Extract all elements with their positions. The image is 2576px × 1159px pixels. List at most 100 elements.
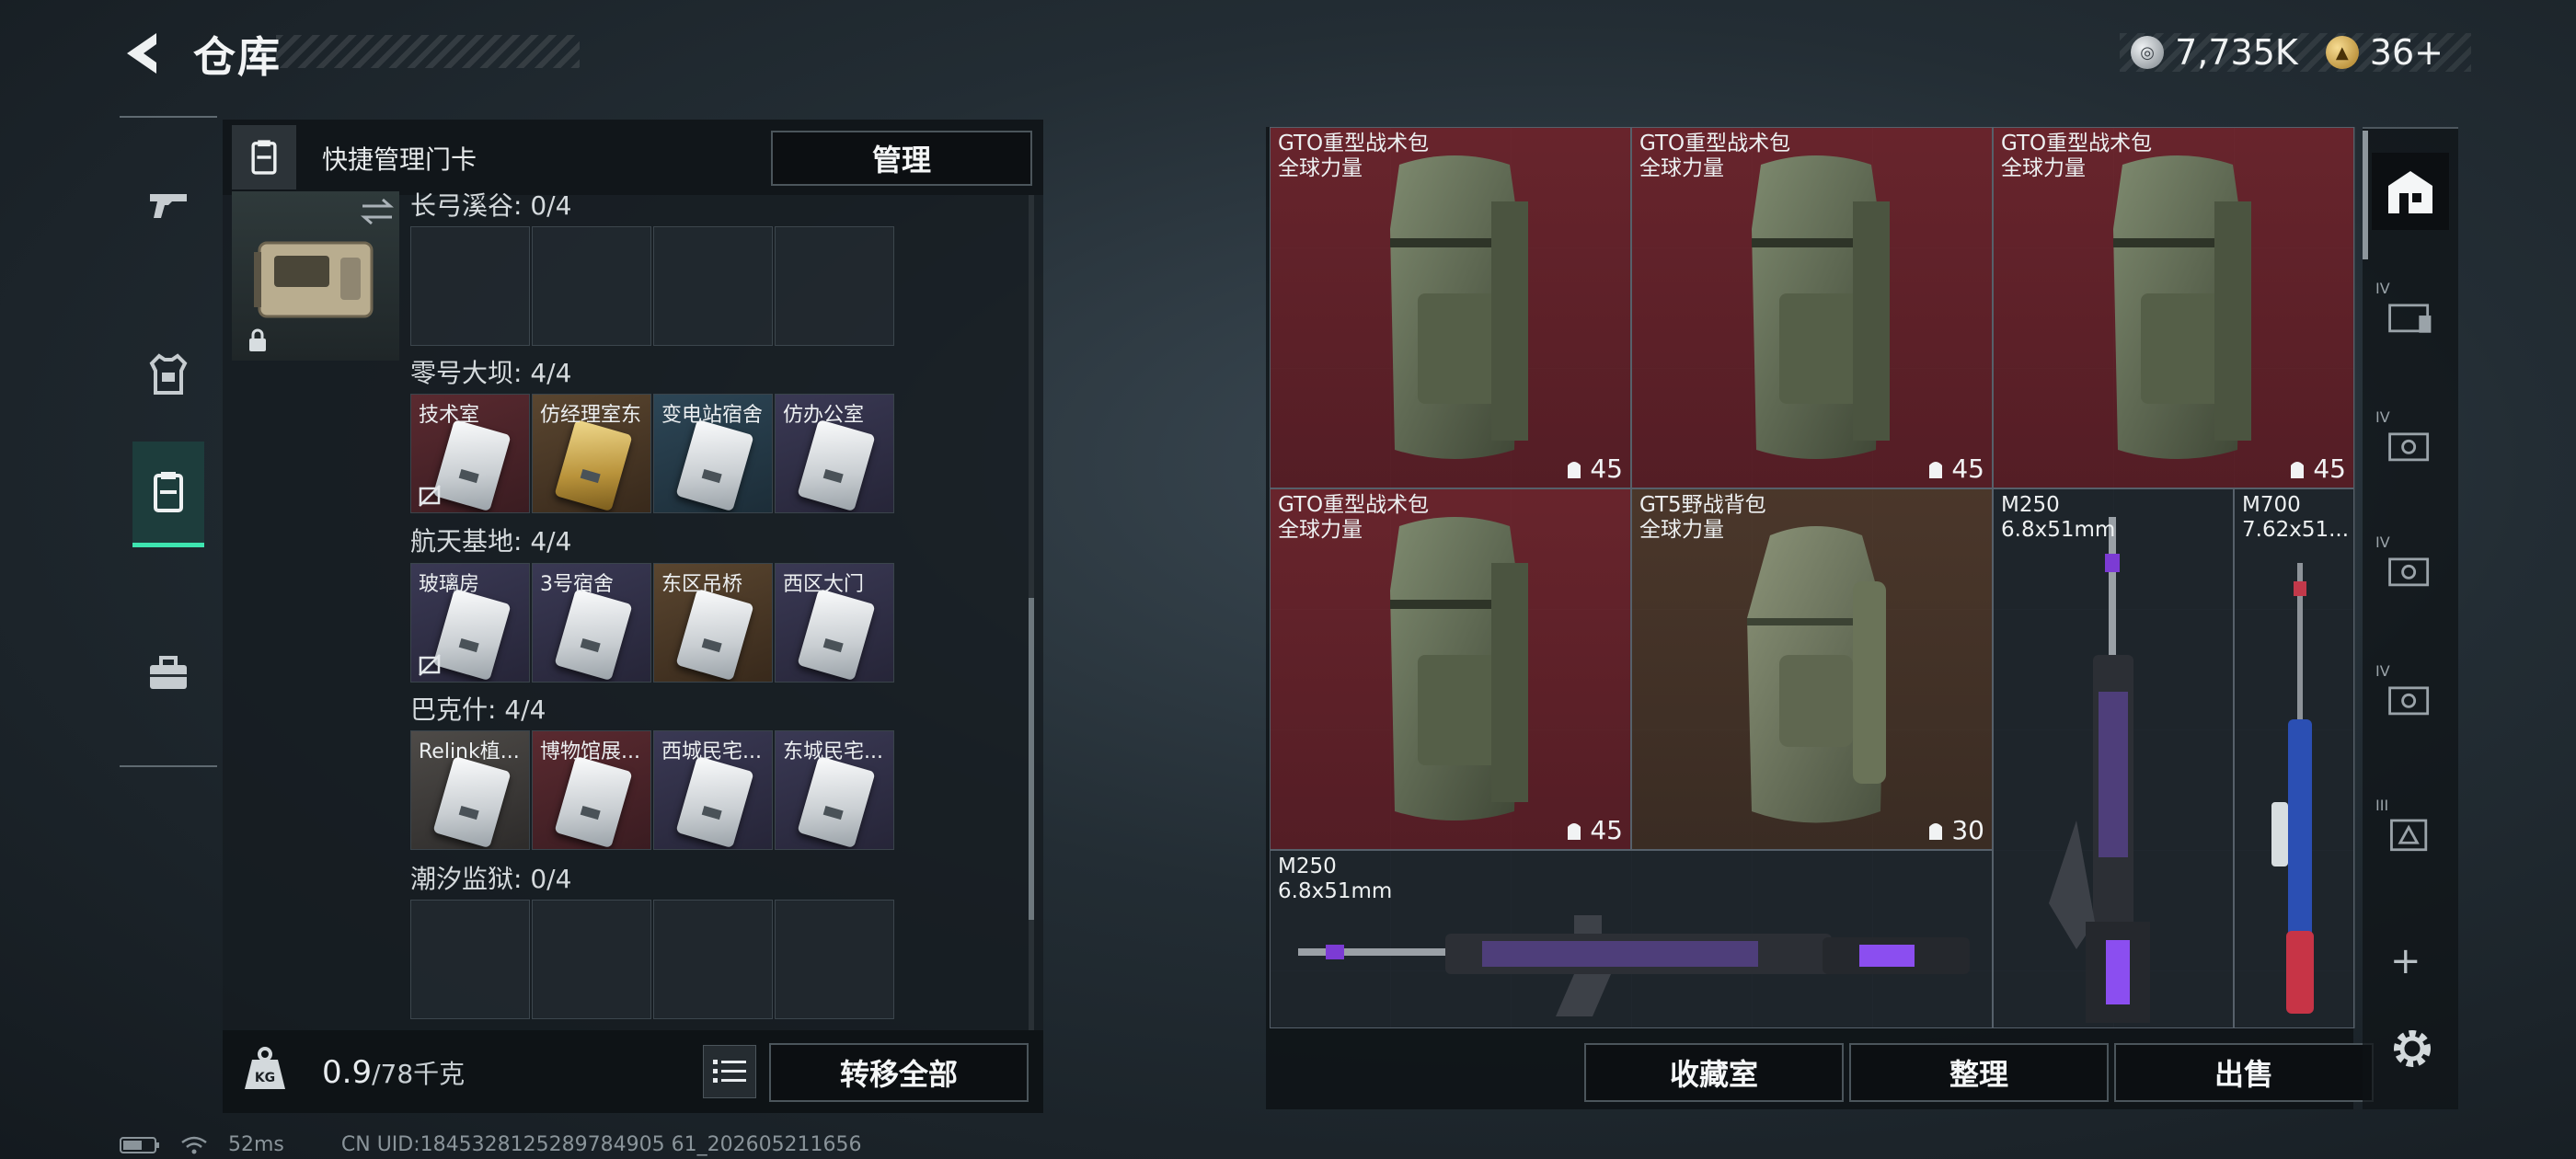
card-slot-empty[interactable] xyxy=(532,226,651,346)
section-label-zero-dam: 零号大坝: 4/4 xyxy=(410,358,572,388)
pistol-icon xyxy=(150,194,187,218)
nav-weapons[interactable] xyxy=(132,155,204,256)
keycard-image xyxy=(675,419,754,512)
card-slot-empty[interactable] xyxy=(410,900,530,1019)
keycard-slot[interactable]: 3号宿舍 xyxy=(532,563,651,683)
nav-toolbox[interactable] xyxy=(132,624,204,725)
item-name: GT5野战背包 全球力量 xyxy=(1639,493,1766,542)
capacity-badge: 45 xyxy=(1564,815,1623,845)
sort-button[interactable]: 整理 xyxy=(1849,1043,2109,1102)
weight-max: /78千克 xyxy=(372,1059,466,1089)
back-button[interactable] xyxy=(120,28,171,79)
card-slot-empty[interactable] xyxy=(532,900,651,1019)
stash-item-backpack[interactable]: GTO重型战术包 全球力量 45 xyxy=(1993,127,2354,488)
backpack-image xyxy=(1747,526,1886,823)
card-slot-empty[interactable] xyxy=(410,226,530,346)
safe-box-icon xyxy=(2388,686,2430,716)
status-bar: 52ms CN UID:1845328125289784905 61_20260… xyxy=(120,1133,862,1156)
item-name: M250 6.8x51mm xyxy=(1278,855,1393,903)
card-holder-icon xyxy=(154,472,183,512)
keycard-image xyxy=(797,755,876,849)
gold-coin-icon: ▲ xyxy=(2325,36,2359,69)
backpack-capacity-icon xyxy=(1568,822,1581,840)
case-icon xyxy=(2390,819,2428,852)
keycard-slot[interactable]: 仿经理室东 xyxy=(532,394,651,513)
capacity-badge: 45 xyxy=(1926,453,1984,484)
weight-current: 0.9 xyxy=(322,1054,373,1091)
stash-item-backpack[interactable]: GTO重型战术包 全球力量 45 xyxy=(1270,488,1631,850)
keycard-image xyxy=(432,419,512,512)
stash-tab-iv-3[interactable]: IV xyxy=(2372,532,2449,609)
keycard-name: 西区大门 xyxy=(783,573,865,596)
card-slot-empty[interactable] xyxy=(775,226,894,346)
item-name: GTO重型战术包 全球力量 xyxy=(1278,493,1430,542)
keycard-name: 3号宿舍 xyxy=(540,573,614,596)
svg-text:KG: KG xyxy=(255,1071,275,1085)
keycard-slot[interactable]: 东区吊桥 xyxy=(653,563,773,683)
stash-item-backpack[interactable]: GTO重型战术包 全球力量 45 xyxy=(1631,127,1993,488)
keycard-slot[interactable]: 变电站宿舍 xyxy=(653,394,773,513)
keycard-name: 仿办公室 xyxy=(783,404,865,427)
keycard-image xyxy=(554,755,633,849)
nav-armor[interactable] xyxy=(132,324,204,425)
no-trade-icon xyxy=(419,485,441,507)
sidebar-scrollbar[interactable] xyxy=(2363,131,2368,259)
keycard-slot[interactable]: 西城民宅... xyxy=(653,730,773,850)
keycard-image xyxy=(675,755,754,849)
card-slot-empty[interactable] xyxy=(653,226,773,346)
weight-icon: KG xyxy=(245,1047,285,1089)
keycard-slot[interactable]: 西区大门 xyxy=(775,563,894,683)
keycard-image xyxy=(797,419,876,512)
gold-currency-value[interactable]: 36+ xyxy=(2370,32,2444,73)
keycard-image xyxy=(675,588,754,682)
keycard-name: 玻璃房 xyxy=(419,573,480,596)
weight-readout: 0.9/78千克 xyxy=(322,1054,465,1091)
list-view-button[interactable] xyxy=(703,1045,756,1098)
keycard-slot[interactable]: Relink植... xyxy=(410,730,530,850)
stash-tab-iii[interactable]: III xyxy=(2372,795,2449,872)
stash-tab-iv-2[interactable]: IV xyxy=(2372,407,2449,484)
nav-card-holder[interactable] xyxy=(132,442,204,547)
rifle-image xyxy=(2049,517,2150,1023)
section-slots-zero-dam: 技术室 仿经理室东 变电站宿舍 仿办公室 xyxy=(410,394,894,513)
keycard-name: 变电站宿舍 xyxy=(661,404,764,427)
list-icon xyxy=(713,1060,746,1083)
capacity-badge: 30 xyxy=(1926,815,1984,845)
keycard-slot[interactable]: 技术室 xyxy=(410,394,530,513)
keycard-slot[interactable]: 仿办公室 xyxy=(775,394,894,513)
stash-tab-iv-4[interactable]: IV xyxy=(2372,660,2449,738)
stash-tab-iv-1[interactable]: IV xyxy=(2372,278,2449,355)
gear-icon[interactable] xyxy=(2385,1021,2440,1076)
keycard-name: 东城民宅... xyxy=(783,740,883,763)
keycard-image xyxy=(554,588,633,682)
swap-icon[interactable] xyxy=(357,195,397,228)
keycard-image xyxy=(432,755,512,849)
backpack-capacity-icon xyxy=(1568,461,1581,478)
stash-item-backpack[interactable]: GTO重型战术包 全球力量 45 xyxy=(1270,127,1631,488)
card-slot-empty[interactable] xyxy=(653,900,773,1019)
card-slot-empty[interactable] xyxy=(775,900,894,1019)
transfer-all-button[interactable]: 转移全部 xyxy=(769,1043,1029,1102)
stash-item-sniper-rifle[interactable]: M700 7.62x51... xyxy=(2234,488,2354,1028)
keycard-image xyxy=(797,588,876,682)
stash-item-field-backpack[interactable]: GT5野战背包 全球力量 30 xyxy=(1631,488,1993,850)
tier-label: III xyxy=(2375,797,2389,814)
keycard-slot[interactable]: 玻璃房 xyxy=(410,563,530,683)
add-tab-button[interactable]: + xyxy=(2390,940,2421,982)
manage-button[interactable]: 管理 xyxy=(771,131,1032,186)
collection-room-button[interactable]: 收藏室 xyxy=(1584,1043,1844,1102)
card-list-scroll-thumb[interactable] xyxy=(1029,598,1034,920)
backpack-capacity-icon xyxy=(2291,461,2305,478)
keycard-slot[interactable]: 东城民宅... xyxy=(775,730,894,850)
keycard-slot[interactable]: 博物馆展... xyxy=(532,730,651,850)
stash-item-machine-gun[interactable]: M250 6.8x51mm xyxy=(1993,488,2234,1028)
backpack-image xyxy=(1390,517,1528,820)
card-panel-title: 快捷管理门卡 xyxy=(322,144,477,175)
safe-box-icon xyxy=(2388,432,2430,462)
sell-button[interactable]: 出售 xyxy=(2114,1043,2374,1102)
backpack-capacity-icon xyxy=(1929,822,1943,840)
section-slots-space-base: 玻璃房 3号宿舍 东区吊桥 西区大门 xyxy=(410,563,894,683)
item-name: M250 6.8x51mm xyxy=(2001,493,2116,542)
stash-tab-main[interactable] xyxy=(2372,153,2449,230)
stash-item-machine-gun[interactable]: M250 6.8x51mm xyxy=(1270,850,1993,1028)
